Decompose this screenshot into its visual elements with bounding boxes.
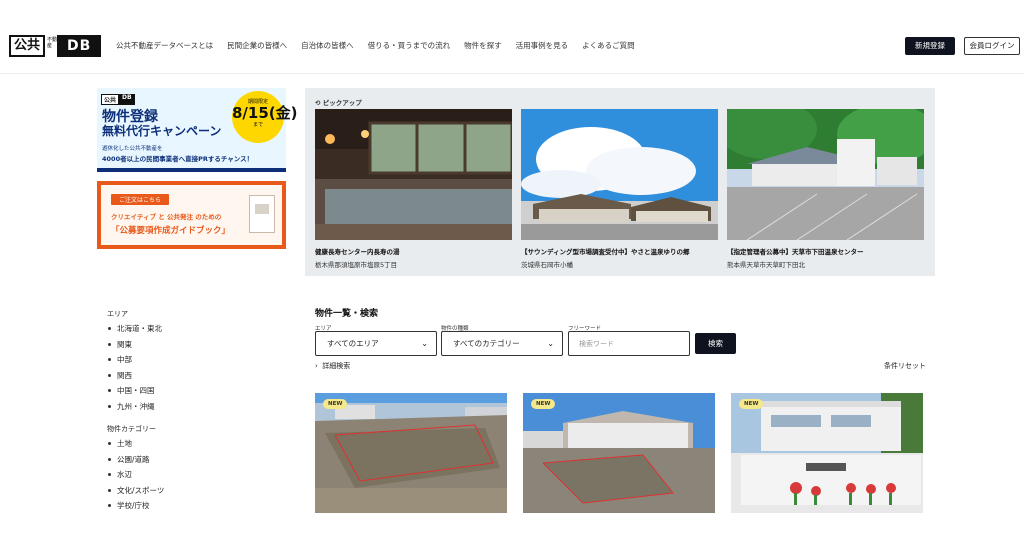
area-heading: エリア (107, 310, 128, 318)
area-link[interactable]: 関西 (107, 370, 257, 386)
site-logo[interactable]: 公共 不動産 DB (9, 35, 102, 57)
area-link[interactable]: 中国・四国 (107, 385, 257, 401)
search-button[interactable]: 検索 (695, 333, 736, 354)
chevron-down-icon: ⌄ (547, 339, 554, 348)
banner-desc: 遊休化した公共不動産を (102, 146, 163, 152)
area-select[interactable]: すべてのエリア ⌄ (315, 331, 437, 356)
order-tag: ご注文はこちら (111, 194, 170, 205)
category-link[interactable]: 学校/庁校 (107, 500, 257, 516)
pickup-card-1[interactable]: 健康長寿センター内長寿の湯 栃木県那須塩原市塩原5丁目 (315, 109, 512, 269)
filter-sidebar: エリア 北海道・東北 関東 中部 関西 中国・四国 九州・沖縄 物件カテゴリー … (107, 309, 257, 516)
guidebook-image (249, 195, 275, 233)
keyword-input[interactable] (568, 331, 690, 356)
deadline-badge: 期間限定 8/15(金) まで (232, 91, 298, 143)
guidebook-banner[interactable]: ご注文はこちら クリエイティブ と 公共発注 のための 「公募要項作成ガイドブッ… (97, 181, 286, 249)
nav-about[interactable]: 公共不動産データベースとは (116, 40, 213, 51)
logo-small-text: 不動産 (47, 37, 58, 49)
listing-image (731, 393, 923, 513)
pickup-section: ⟲ ピックアップ 健康長寿センター内長寿の湯 栃木県那須塩原市塩原5丁目 【サウ… (305, 88, 935, 276)
banner-logo: 公共 DB (101, 94, 135, 105)
listing-image (523, 393, 715, 513)
category-link[interactable]: 水辺 (107, 469, 257, 485)
chevron-down-icon: ⌄ (421, 339, 428, 348)
pickup-image-onsen (521, 109, 718, 240)
category-select[interactable]: すべてのカテゴリー ⌄ (441, 331, 563, 356)
category-link[interactable]: 土地 (107, 438, 257, 454)
search-section-title: 物件一覧・検索 (315, 309, 379, 319)
nav-find-property[interactable]: 物件を探す (464, 40, 502, 51)
pickup-image-bath (315, 109, 512, 240)
area-link[interactable]: 九州・沖縄 (107, 401, 257, 417)
area-link[interactable]: 中部 (107, 354, 257, 370)
pickup-card-3[interactable]: 【指定管理者公募中】天草市下田温泉センター 熊本県天草市天草町下田北 (727, 109, 924, 269)
main-nav: 公共不動産データベースとは 民間企業の皆様へ 自治体の皆様へ 借りる・買うまでの… (116, 40, 635, 51)
logo-db: DB (57, 35, 102, 57)
pickup-address: 茨城県石岡市小幡 (521, 261, 573, 269)
logo-kanji: 公共 (9, 35, 46, 57)
nav-case-studies[interactable]: 活用事例を見る (516, 40, 569, 51)
pickup-card-2[interactable]: 【サウンディング型市場調査受付中】やさと温泉ゆりの郷 茨城県石岡市小幡 (521, 109, 718, 269)
pickup-label: ⟲ ピックアップ (315, 99, 362, 107)
pickup-title: 【サウンディング型市場調査受付中】やさと温泉ゆりの郷 (521, 248, 690, 256)
pickup-title: 【指定管理者公募中】天草市下田温泉センター (727, 248, 864, 256)
guidebook-tagline: クリエイティブ と 公共発注 のための (111, 213, 222, 221)
nav-companies[interactable]: 民間企業の皆様へ (227, 40, 287, 51)
category-heading: 物件カテゴリー (107, 425, 156, 433)
listing-card-3[interactable]: NEW (731, 393, 923, 513)
pickup-address: 熊本県天草市天草町下田北 (727, 261, 805, 269)
pickup-title: 健康長寿センター内長寿の湯 (315, 248, 400, 256)
reset-filters-link[interactable]: 条件リセット (884, 361, 926, 371)
category-link[interactable]: 文化/スポーツ (107, 485, 257, 501)
new-badge: NEW (739, 399, 764, 409)
login-button[interactable]: 会員ログイン (964, 37, 1020, 55)
nav-flow[interactable]: 借りる・買うまでの流れ (368, 40, 451, 51)
area-link[interactable]: 関東 (107, 339, 257, 355)
banner-desc-bold: 4000者以上の民間事業者へ直接PRするチャンス！ (102, 155, 254, 163)
listing-card-1[interactable]: NEW (315, 393, 507, 513)
pickup-icon: ⟲ (315, 99, 323, 107)
pickup-address: 栃木県那須塩原市塩原5丁目 (315, 261, 398, 269)
listing-card-2[interactable]: NEW (523, 393, 715, 513)
guidebook-title: 「公募要項作成ガイドブック」 (111, 226, 231, 236)
new-badge: NEW (531, 399, 556, 409)
category-link[interactable]: 公園/道路 (107, 454, 257, 470)
listing-image (315, 393, 507, 513)
register-button[interactable]: 新規登録 (905, 37, 955, 55)
site-header: 公共 不動産 DB 公共不動産データベースとは 民間企業の皆様へ 自治体の皆様へ… (0, 0, 1024, 74)
area-link[interactable]: 北海道・東北 (107, 323, 257, 339)
advanced-search-toggle[interactable]: › 詳細検索 (315, 361, 350, 371)
new-badge: NEW (323, 399, 348, 409)
nav-faq[interactable]: よくあるご質問 (582, 40, 635, 51)
nav-municipalities[interactable]: 自治体の皆様へ (301, 40, 354, 51)
banner-subtitle: 無料代行キャンペーン (102, 124, 222, 138)
pickup-image-center (727, 109, 924, 240)
